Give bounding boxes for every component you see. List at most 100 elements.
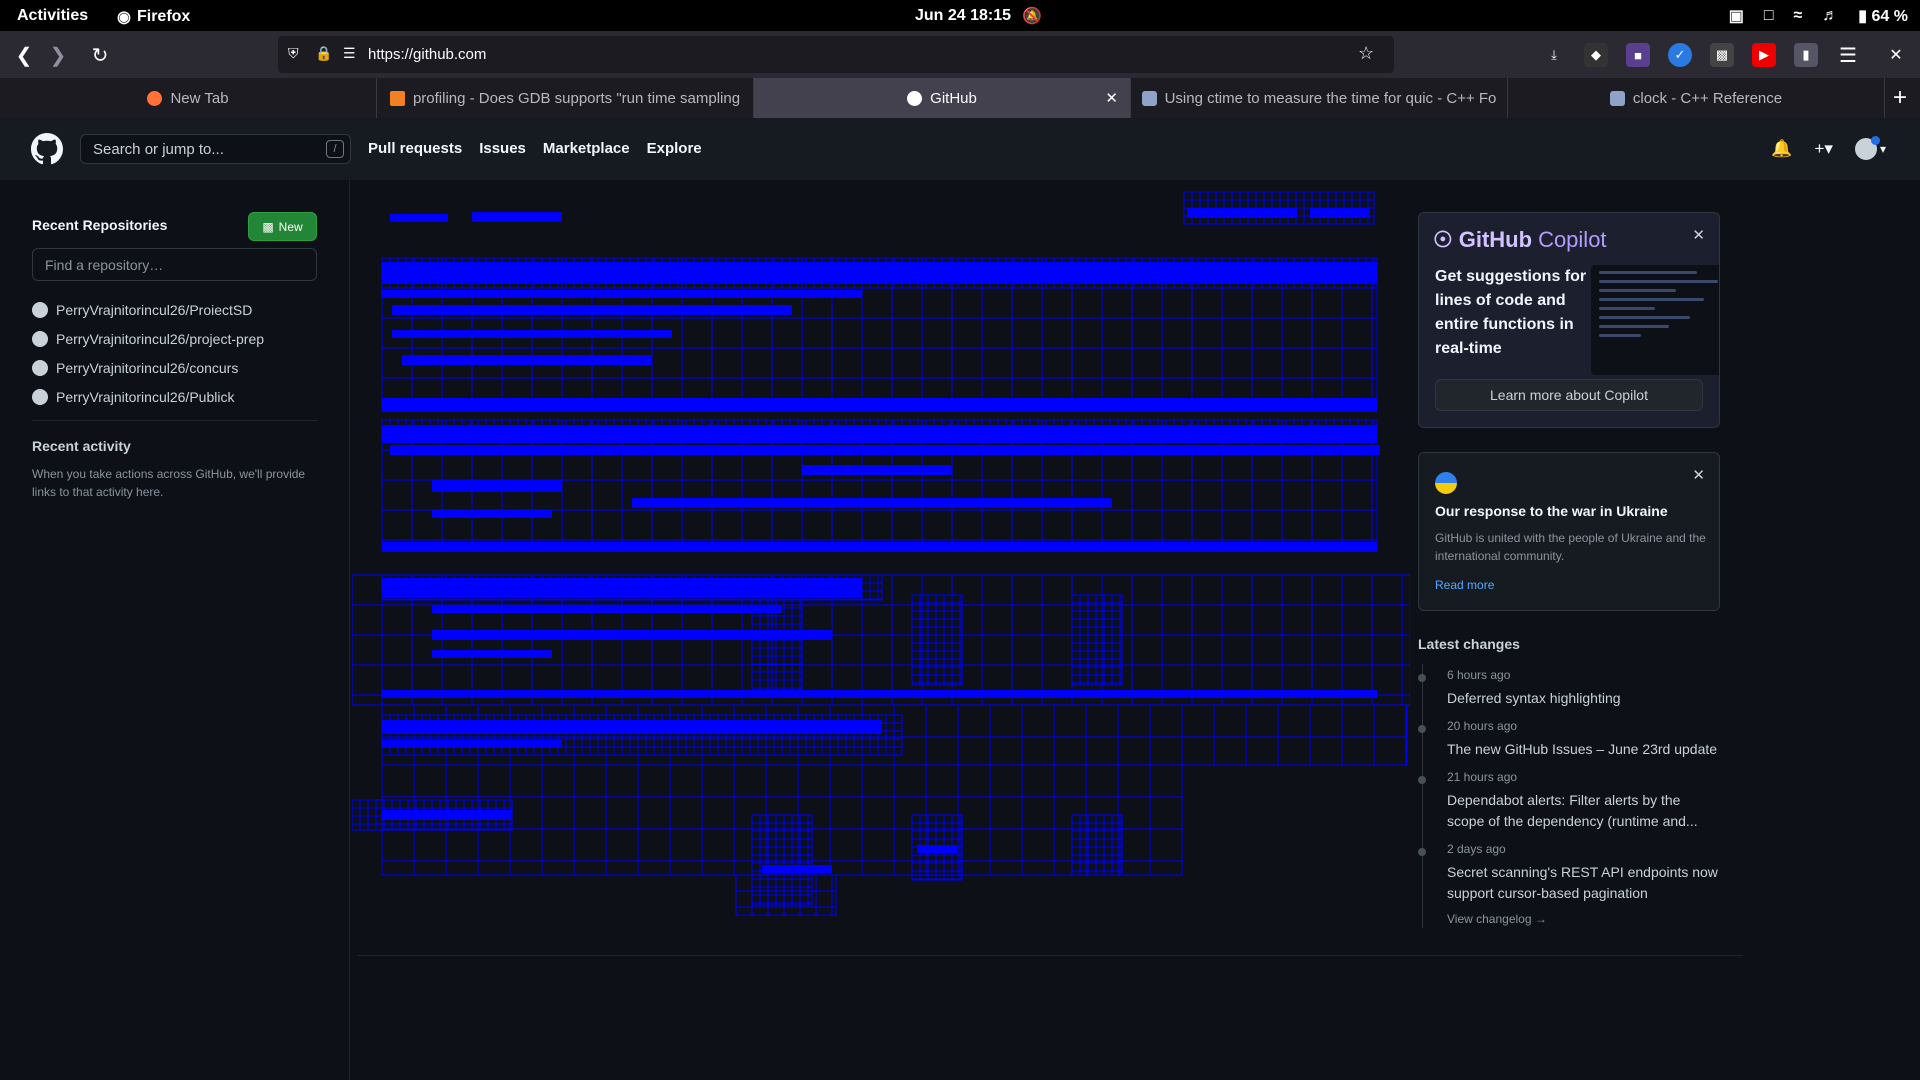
list-item[interactable]: PerryVrajnitorincul26/concurs xyxy=(32,353,264,382)
activities-button[interactable]: Activities xyxy=(17,7,88,25)
repo-list: PerryVrajnitorincul26/ProiectSD PerryVra… xyxy=(32,295,264,411)
create-new-plus-icon[interactable]: +▾ xyxy=(1815,139,1833,159)
clipboard-icon[interactable]: □ xyxy=(1764,7,1774,25)
app-menu[interactable]: ◉ Firefox xyxy=(117,7,190,27)
url-bar[interactable]: ⛨ 🔒 ☰ https://github.com ☆ xyxy=(278,36,1394,73)
new-repo-button[interactable]: ▩ New xyxy=(248,212,317,241)
find-repo-input[interactable]: Find a repository… xyxy=(32,248,317,281)
tray-app-icon[interactable]: ▣ xyxy=(1729,6,1744,26)
extension-icon[interactable]: ▩ xyxy=(1710,43,1734,67)
search-shortcut-badge: / xyxy=(326,140,344,158)
repo-link[interactable]: PerryVrajnitorincul26/concurs xyxy=(56,360,238,376)
extension-icon[interactable]: ◆ xyxy=(1584,43,1608,67)
change-link[interactable]: Deferred syntax highlighting xyxy=(1447,688,1719,709)
search-input[interactable]: Search or jump to... / xyxy=(80,134,351,164)
timeline-dot xyxy=(1418,848,1426,856)
ukraine-card: ✕ Our response to the war in Ukraine Git… xyxy=(1418,452,1720,611)
cplusplus-icon xyxy=(1609,90,1625,106)
firefox-icon: ◉ xyxy=(117,9,131,26)
nav-explore[interactable]: Explore xyxy=(647,140,702,157)
repo-link[interactable]: PerryVrajnitorincul26/Publick xyxy=(56,389,234,405)
repo-icon: ▩ xyxy=(262,219,274,234)
avatar xyxy=(32,388,48,405)
tab-strip: New Tab profiling - Does GDB supports "r… xyxy=(0,78,1920,118)
volume-icon: ♬ xyxy=(1822,7,1839,24)
avatar xyxy=(32,330,48,347)
tab-new-tab[interactable]: New Tab xyxy=(0,78,377,118)
shield-icon[interactable]: ⛨ xyxy=(288,45,299,62)
nav-marketplace[interactable]: Marketplace xyxy=(543,140,630,157)
close-icon[interactable]: ✕ xyxy=(1692,466,1705,484)
footer-divider xyxy=(357,955,1743,956)
read-more-link[interactable]: Read more xyxy=(1435,578,1494,592)
url-text[interactable]: https://github.com xyxy=(368,46,486,63)
view-changelog-link[interactable]: View changelog → xyxy=(1447,912,1547,926)
change-time: 20 hours ago xyxy=(1447,719,1518,733)
change-link[interactable]: Dependabot alerts: Filter alerts by the … xyxy=(1447,790,1719,832)
nav-issues[interactable]: Issues xyxy=(479,140,526,157)
repo-link[interactable]: PerryVrajnitorincul26/project-prep xyxy=(56,331,264,347)
latest-changes-heading: Latest changes xyxy=(1418,636,1520,652)
feed-render-artifact xyxy=(352,191,1410,916)
ukraine-text: GitHub is united with the people of Ukra… xyxy=(1435,531,1706,563)
primary-nav: Pull requests Issues Marketplace Explore xyxy=(368,140,702,157)
list-item[interactable]: PerryVrajnitorincul26/project-prep xyxy=(32,324,264,353)
avatar xyxy=(32,301,48,318)
close-icon[interactable]: ✕ xyxy=(1692,226,1705,244)
back-icon[interactable]: ❮ xyxy=(10,41,38,69)
menu-icon[interactable]: ☰ xyxy=(1836,43,1860,67)
user-menu[interactable]: ▾ xyxy=(1854,136,1886,160)
list-item[interactable]: PerryVrajnitorincul26/Publick xyxy=(32,382,264,411)
cplusplus-icon xyxy=(1141,90,1157,106)
header-actions: 🔔 +▾ ▾ xyxy=(1771,136,1886,160)
downloads-icon[interactable]: ⤓ xyxy=(1542,43,1566,67)
ublock-icon[interactable]: ■ xyxy=(1626,43,1650,67)
recent-activity-text: When you take actions across GitHub, we'… xyxy=(32,467,306,499)
browser-toolbar: ❮ ❯ ↻ ⛨ 🔒 ☰ https://github.com ☆ ⤓ ◆ ■ ✓… xyxy=(0,31,1920,78)
system-top-bar: Activities ◉ Firefox Jun 24 18:15 🔕 ▣ □ … xyxy=(0,0,1920,31)
reload-icon[interactable]: ↻ xyxy=(86,41,114,69)
bookmark-star-icon[interactable]: ☆ xyxy=(1358,43,1374,64)
list-item[interactable]: PerryVrajnitorincul26/ProiectSD xyxy=(32,295,264,324)
change-link[interactable]: The new GitHub Issues – June 23rd update xyxy=(1447,739,1719,760)
code-preview-image xyxy=(1591,265,1719,375)
close-window-icon[interactable]: ✕ xyxy=(1884,43,1908,67)
permissions-icon[interactable]: ☰ xyxy=(343,45,356,62)
change-time: 6 hours ago xyxy=(1447,668,1511,682)
dashboard-sidebar: Recent Repositories ▩ New Find a reposit… xyxy=(0,180,350,1080)
change-time: 2 days ago xyxy=(1447,842,1506,856)
forward-icon[interactable]: ❯ xyxy=(44,41,72,69)
repo-link[interactable]: PerryVrajnitorincul26/ProiectSD xyxy=(56,302,252,318)
recent-repos-heading: Recent Repositories xyxy=(32,217,168,233)
system-tray[interactable]: ▣ □ ≈ ♬ ▮ 64 % xyxy=(1729,6,1908,26)
extension-icon[interactable]: ▮ xyxy=(1794,43,1818,67)
close-tab-icon[interactable]: ✕ xyxy=(1105,89,1118,107)
tab-ctime[interactable]: Using ctime to measure the time for quic… xyxy=(1131,78,1508,118)
change-link[interactable]: Secret scanning's REST API endpoints now… xyxy=(1447,862,1719,904)
youtube-icon[interactable]: ▶ xyxy=(1752,43,1776,67)
new-tab-button[interactable]: + xyxy=(1885,78,1915,118)
change-time: 21 hours ago xyxy=(1447,770,1518,784)
copilot-description: Get suggestions for lines of code and en… xyxy=(1435,268,1587,357)
wifi-icon: ≈ xyxy=(1793,7,1803,24)
timeline-dot xyxy=(1418,674,1426,682)
learn-more-copilot-button[interactable]: Learn more about Copilot xyxy=(1435,379,1703,411)
notifications-bell-icon[interactable]: 🔔 xyxy=(1771,139,1792,159)
app-name: Firefox xyxy=(136,8,191,25)
extension-icon[interactable]: ✓ xyxy=(1668,43,1692,67)
github-icon xyxy=(907,90,923,106)
avatar xyxy=(32,359,48,376)
github-logo-icon[interactable] xyxy=(31,133,63,165)
tab-clock-reference[interactable]: clock - C++ Reference xyxy=(1508,78,1885,118)
timeline-dot xyxy=(1418,776,1426,784)
copilot-title: ☉ GitHub Copilot xyxy=(1433,227,1607,252)
avatar xyxy=(1854,136,1880,160)
lock-icon[interactable]: 🔒 xyxy=(315,45,332,62)
nav-pull-requests[interactable]: Pull requests xyxy=(368,140,462,157)
battery-indicator: ▮ 64 % xyxy=(1858,8,1908,25)
tab-gdb-profiling[interactable]: profiling - Does GDB supports "run time … xyxy=(377,78,754,118)
divider xyxy=(32,420,317,421)
stackoverflow-icon xyxy=(389,90,405,106)
tab-github[interactable]: GitHub ✕ xyxy=(754,78,1131,118)
clock[interactable]: Jun 24 18:15 xyxy=(915,7,1011,25)
